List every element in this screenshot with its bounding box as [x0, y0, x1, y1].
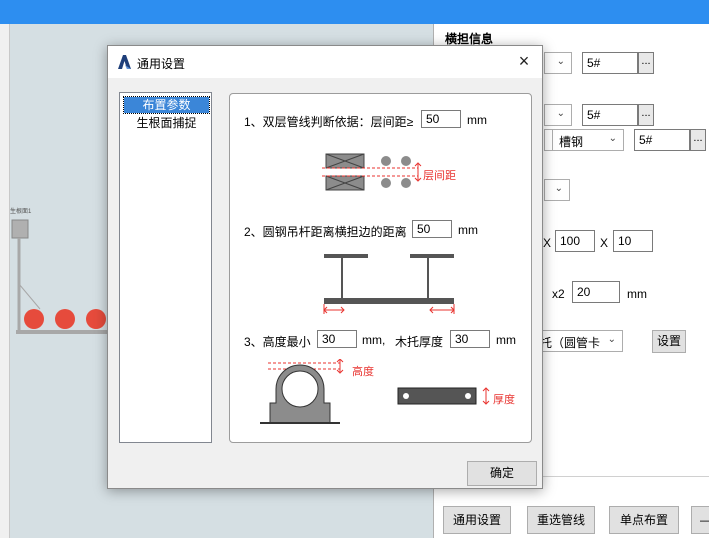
settings-content: 1、双层管线判断依据：层间距≥ 50 mm 层间距 2、圆钢吊杆距离横担边的距离…	[229, 93, 532, 443]
chevron-down-icon: ⌄	[556, 108, 565, 119]
app-logo-icon	[116, 54, 132, 70]
row1-browse-button[interactable]: ...	[638, 52, 654, 74]
x2-value-input[interactable]: 20	[572, 281, 620, 303]
chevron-down-icon: ⌄	[608, 133, 617, 144]
q2-label: 2、圆钢吊杆距离横担边的距离	[244, 225, 407, 239]
row3-type-value: 槽钢	[559, 135, 584, 149]
q3-label-a: 3、高度最小	[244, 335, 311, 349]
pipe-section	[86, 309, 106, 329]
pipe-section	[24, 309, 44, 329]
x-label: X	[600, 236, 609, 250]
row4-combo[interactable]: ⌄	[544, 179, 570, 201]
chevron-down-icon: ⌄	[554, 183, 563, 194]
layer-spacing-label: 层间距	[423, 170, 456, 182]
x-label: X	[543, 236, 552, 250]
nav-item-layout-params[interactable]: 布置参数	[123, 96, 210, 114]
row3-value-input[interactable]: 5#	[634, 129, 690, 151]
pipe-section	[55, 309, 75, 329]
title-bar	[0, 0, 709, 24]
unit-label: mm	[627, 287, 647, 301]
dim-a-input[interactable]: 100	[555, 230, 595, 252]
q1-unit: mm	[467, 113, 487, 127]
chevron-down-icon: ⌄	[556, 56, 565, 67]
x2-label: x2	[552, 287, 565, 301]
q3-unit-b: mm	[496, 333, 516, 347]
row1-value-input[interactable]: 5#	[582, 52, 638, 74]
row2-value-input[interactable]: 5#	[582, 104, 638, 126]
rod-distance-figure	[323, 254, 455, 314]
single-point-layout-button[interactable]: 单点布置	[609, 506, 679, 534]
q2-unit: mm	[458, 223, 478, 237]
q3-height-input[interactable]: 30	[317, 330, 357, 348]
thickness-label: 厚度	[493, 394, 515, 406]
row3-type-combo[interactable]: 槽钢 ⌄	[552, 129, 624, 151]
reselect-pipes-button[interactable]: 重选管线	[527, 506, 595, 534]
ok-button[interactable]: 确定	[467, 461, 537, 486]
dialog-title-bar: 通用设置 ×	[108, 46, 542, 78]
q3-thickness-input[interactable]: 30	[450, 330, 490, 348]
layer-spacing-figure	[322, 153, 422, 191]
support-type-combo[interactable]: 托（圆管卡 ⌄	[534, 330, 623, 352]
settings-button[interactable]: 设置	[652, 330, 686, 353]
canvas-label: 生根面1	[10, 209, 32, 215]
nav-item-root-surface-snap[interactable]: 生根面捕捉	[124, 115, 209, 131]
q1-label: 1、双层管线判断依据：层间距≥	[244, 115, 414, 129]
q1-input[interactable]: 50	[421, 110, 461, 128]
support-type-value: 托（圆管卡	[540, 336, 601, 350]
wood-support-figure	[397, 387, 490, 405]
row3-browse-button[interactable]: ...	[690, 129, 706, 151]
q3-unit-a: mm,	[362, 333, 386, 347]
row2-combo[interactable]: ⌄	[544, 104, 572, 126]
settings-nav: 布置参数 生根面捕捉	[119, 92, 212, 443]
dim-b-input[interactable]: 10	[613, 230, 653, 252]
hanger-top	[11, 219, 29, 239]
q2-input[interactable]: 50	[412, 220, 452, 238]
row2-browse-button[interactable]: ...	[638, 104, 654, 126]
row1-combo[interactable]: ⌄	[544, 52, 572, 74]
general-settings-button[interactable]: 通用设置	[443, 506, 511, 534]
general-settings-dialog: 通用设置 × 布置参数 生根面捕捉 1、双层管线判断依据：层间距≥ 50 mm …	[107, 45, 543, 489]
height-label: 高度	[352, 366, 374, 378]
q3-label-b: 木托厚度	[395, 335, 444, 349]
more-button[interactable]: —	[691, 506, 709, 534]
close-icon[interactable]: ×	[514, 51, 534, 72]
dialog-title: 通用设置	[137, 57, 186, 71]
left-ruler	[0, 24, 10, 538]
chevron-down-icon: ⌄	[607, 334, 616, 345]
